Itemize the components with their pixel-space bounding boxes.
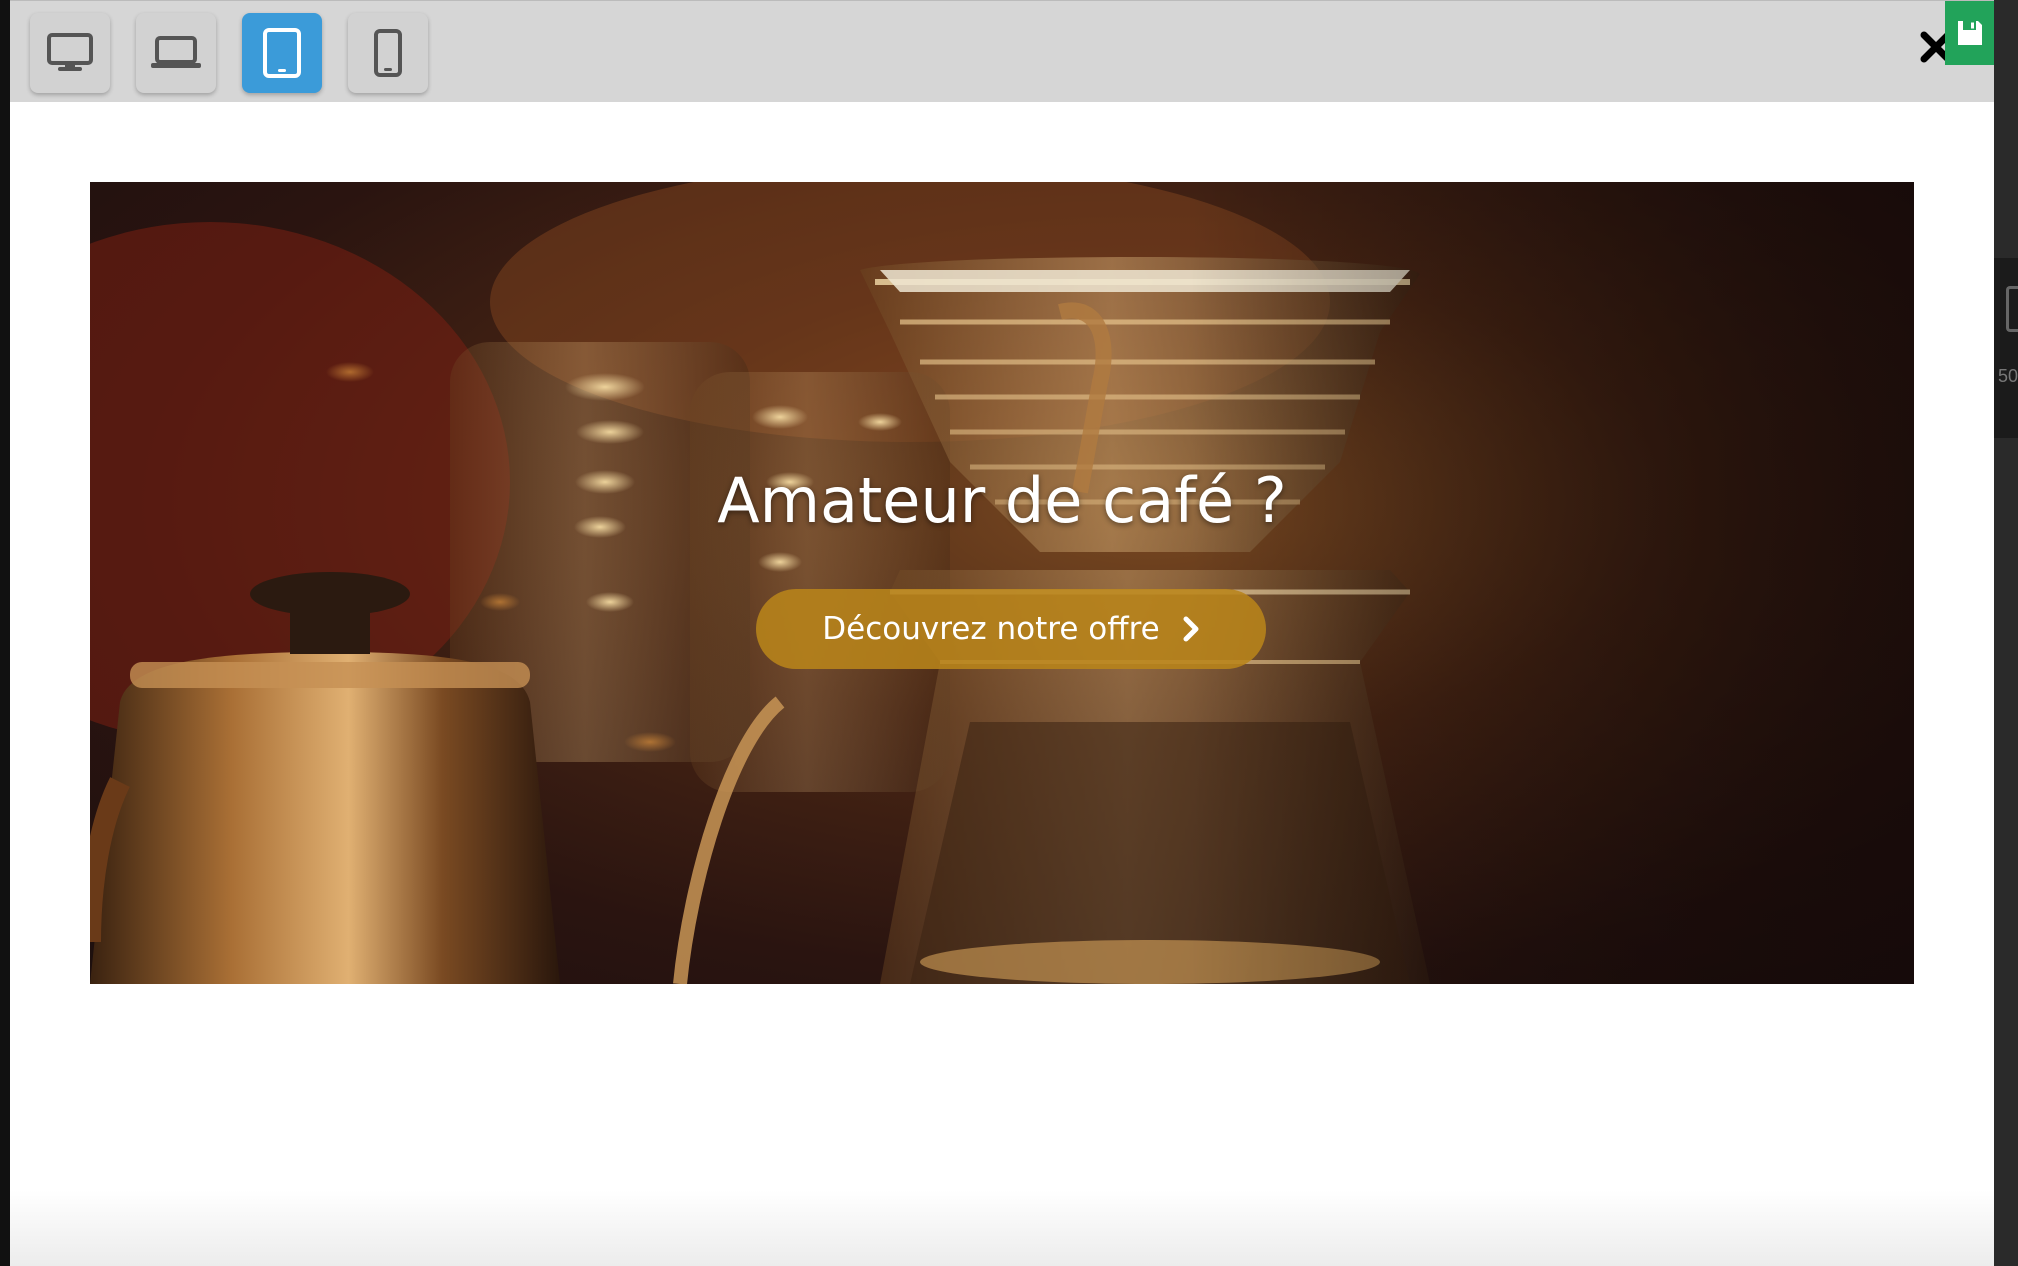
save-button[interactable] xyxy=(1945,1,1994,65)
chevron-right-icon xyxy=(1182,616,1200,642)
side-panel-block: 500 xyxy=(1994,258,2018,438)
side-panel-text: 500 xyxy=(1998,366,2018,386)
cta-label: Découvrez notre offre xyxy=(822,611,1160,647)
device-toolbar xyxy=(10,0,1994,102)
page-bottom-fade xyxy=(10,1190,1994,1266)
tablet-view-button[interactable] xyxy=(242,13,322,93)
laptop-icon xyxy=(151,36,201,68)
right-editor-panel: 500 xyxy=(1994,0,2018,1266)
mobile-icon xyxy=(374,29,402,77)
hero-banner: Amateur de café ? Découvrez notre offre xyxy=(90,182,1914,984)
desktop-icon xyxy=(47,33,93,71)
laptop-view-button[interactable] xyxy=(136,13,216,93)
mobile-view-button[interactable] xyxy=(348,13,428,93)
floppy-disk-icon xyxy=(1957,21,1982,45)
coffee-background-image xyxy=(90,182,1914,984)
preview-frame: Amateur de café ? Découvrez notre offre xyxy=(10,0,1994,1266)
left-editor-edge xyxy=(0,0,10,1266)
discover-offer-button[interactable]: Découvrez notre offre xyxy=(756,589,1266,669)
side-device-icon xyxy=(2006,286,2018,332)
tablet-icon xyxy=(263,28,301,78)
desktop-view-button[interactable] xyxy=(30,13,110,93)
hero-title: Amateur de café ? xyxy=(717,464,1287,537)
